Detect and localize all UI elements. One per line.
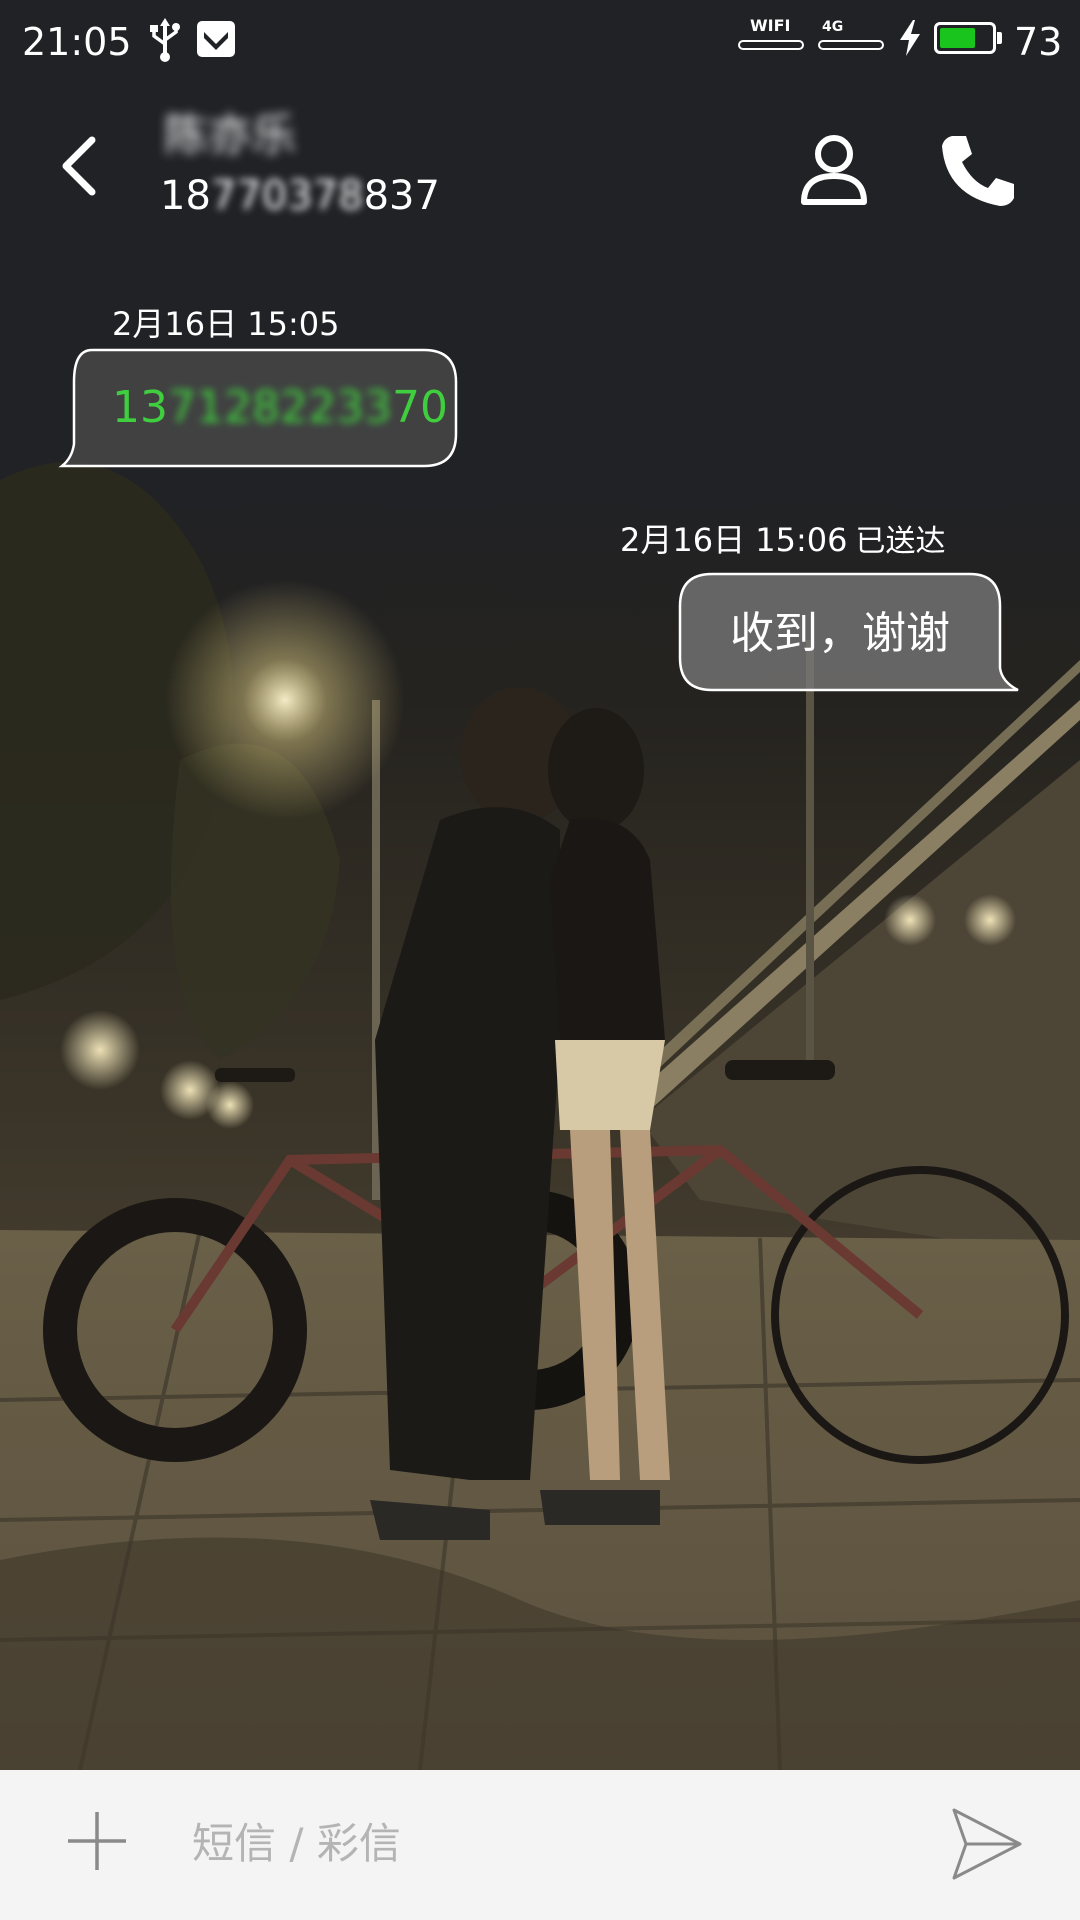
contact-number-end: 837 xyxy=(363,173,440,219)
phone-icon[interactable] xyxy=(934,126,1022,214)
add-icon[interactable] xyxy=(64,1808,130,1874)
back-arrow-icon[interactable] xyxy=(40,126,120,206)
incoming-message-text: 137128223370 xyxy=(112,378,448,438)
contact-number-start: 18 xyxy=(160,173,211,219)
message-timestamp-outgoing: 2月16日 15:06 已送达 xyxy=(620,518,945,564)
wifi-signal-icon: WIFI xyxy=(738,16,808,56)
wifi-label: WIFI xyxy=(750,16,791,35)
person-icon[interactable] xyxy=(790,126,878,214)
mail-icon xyxy=(197,21,235,57)
send-icon[interactable] xyxy=(946,1806,1026,1882)
outgoing-timestamp: 2月16日 15:06 xyxy=(620,521,848,559)
battery-icon xyxy=(934,22,996,54)
usb-icon xyxy=(150,18,180,62)
network-type-label: 4G xyxy=(822,19,844,35)
sms-conversation-screen: 21:05 WIFI 4G 73 陈亦乐 18770378837 2月16日 1… xyxy=(0,0,1080,1920)
conversation-header: 陈亦乐 18770378837 xyxy=(0,86,1080,246)
incoming-text-start: 13 xyxy=(112,382,168,433)
compose-bar xyxy=(0,1770,1080,1920)
delivery-status: 已送达 xyxy=(855,524,946,559)
contact-number-blurred: 770378 xyxy=(210,173,364,219)
outgoing-message-text: 收到，谢谢 xyxy=(730,608,950,659)
incoming-text-end: 70 xyxy=(391,382,448,433)
contact-name: 陈亦乐 xyxy=(164,110,296,161)
battery-level: 73 xyxy=(1014,20,1063,64)
message-input[interactable] xyxy=(190,1800,894,1886)
wallpaper-image xyxy=(0,462,1080,1770)
status-time: 21:05 xyxy=(22,20,132,64)
battery-fill xyxy=(940,28,975,48)
incoming-text-blurred: 71282233 xyxy=(168,382,392,433)
battery-tip xyxy=(997,32,1002,44)
status-bar: 21:05 WIFI 4G 73 xyxy=(0,0,1080,86)
message-timestamp: 2月16日 15:05 xyxy=(112,305,340,343)
charging-icon xyxy=(900,20,920,56)
contact-number: 18770378837 xyxy=(160,168,440,224)
cellular-signal-icon: 4G xyxy=(818,16,888,56)
